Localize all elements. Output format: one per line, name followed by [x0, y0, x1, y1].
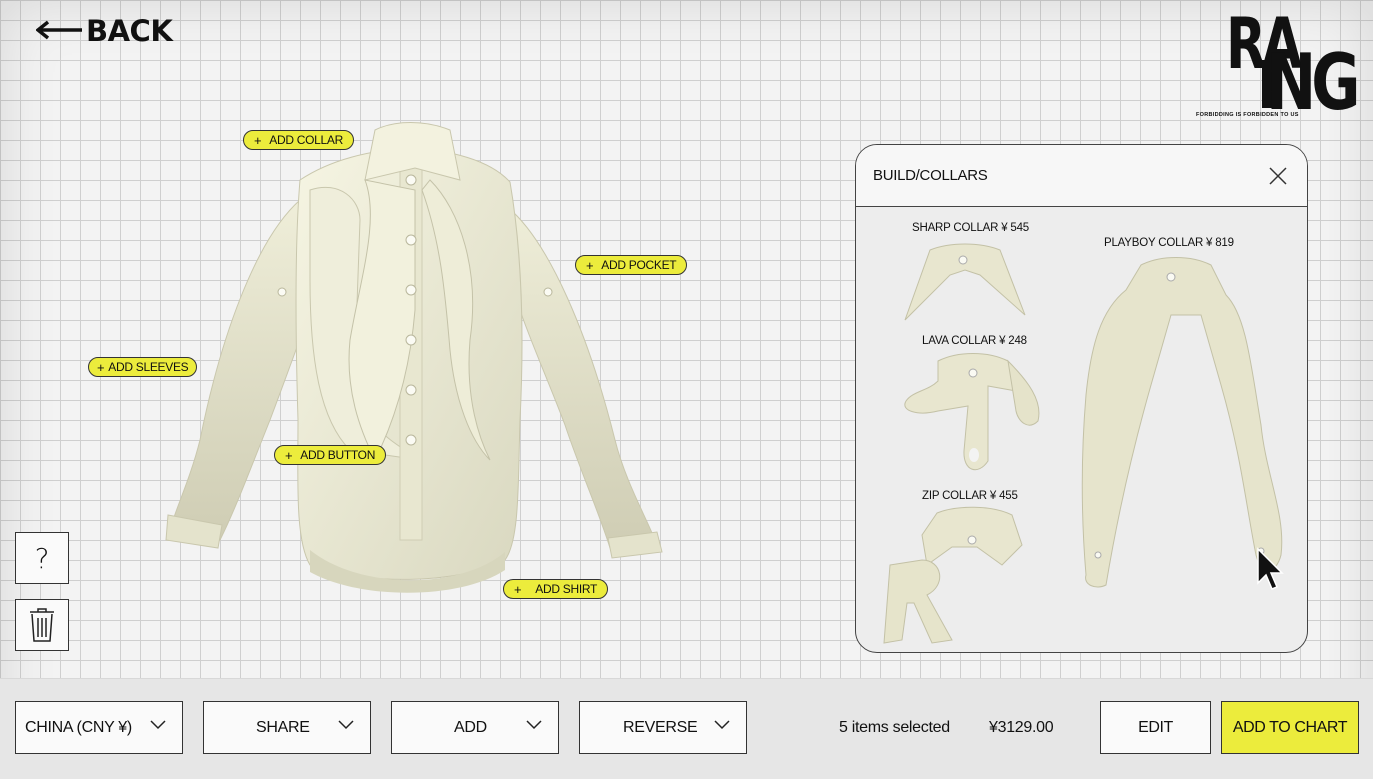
chevron-down-icon [338, 720, 354, 730]
plus-icon: + [514, 581, 522, 597]
plus-icon: + [97, 359, 105, 375]
add-label: ADD [454, 718, 487, 736]
total-price: ¥3129.00 [989, 719, 1054, 736]
arrow-left-icon [35, 16, 82, 46]
playboy-collar-label: PLAYBOY COLLAR ¥ 819 [1104, 237, 1234, 249]
build-collars-panel: BUILD/COLLARS SHARP COLLAR ¥ 545 LAVA CO… [855, 144, 1308, 653]
panel-title: BUILD/COLLARS [873, 167, 988, 184]
zip-collar-option[interactable] [882, 505, 1052, 645]
plus-icon: + [586, 257, 594, 273]
share-label: SHARE [256, 718, 310, 736]
add-shirt-button[interactable]: + ADD SHIRT [503, 579, 609, 599]
region-value: CHINA (CNY ¥) [25, 718, 132, 736]
logo-line2: NG [1266, 37, 1360, 129]
add-collar-button[interactable]: + ADD COLLAR [243, 130, 354, 150]
add-button-button[interactable]: + ADD BUTTON [274, 445, 387, 465]
zip-collar-label: ZIP COLLAR ¥ 455 [922, 490, 1018, 502]
delete-button[interactable] [15, 599, 69, 651]
chevron-down-icon [526, 720, 542, 730]
add-button-label: ADD BUTTON [300, 448, 376, 462]
cursor-icon [1257, 547, 1284, 590]
add-pocket-label: ADD POCKET [601, 258, 677, 272]
add-shirt-label: ADD SHIRT [535, 582, 598, 596]
sharp-collar-label: SHARP COLLAR ¥ 545 [912, 222, 1029, 234]
plus-icon: + [285, 447, 293, 463]
help-button[interactable]: ? [15, 532, 69, 584]
add-sleeves-label: ADD SLEEVES [108, 360, 189, 374]
chevron-down-icon [150, 720, 166, 730]
add-collar-label: ADD COLLAR [269, 133, 343, 147]
selection-count: 5 items selected [839, 719, 950, 736]
region-select[interactable]: CHINA (CNY ¥) [15, 701, 183, 754]
trash-icon [30, 608, 54, 642]
back-label: BACK [86, 14, 173, 48]
reverse-label: REVERSE [623, 718, 698, 736]
add-sleeves-button[interactable]: + ADD SLEEVES [88, 357, 198, 377]
edit-button[interactable]: EDIT [1100, 701, 1211, 754]
add-pocket-button[interactable]: + ADD POCKET [575, 255, 688, 275]
sharp-collar-option[interactable] [900, 240, 1030, 322]
close-icon[interactable] [1267, 165, 1289, 187]
chevron-down-icon [714, 720, 730, 730]
panel-header: BUILD/COLLARS [856, 145, 1307, 207]
lava-collar-option[interactable] [898, 351, 1048, 476]
lava-collar-label: LAVA COLLAR ¥ 248 [922, 335, 1027, 347]
add-to-cart-button[interactable]: ADD TO CHART [1221, 701, 1359, 754]
logo-tagline: FORBIDDING IS FORBIDDEN TO US [1196, 112, 1299, 118]
question-icon: ? [34, 541, 50, 575]
plus-icon: + [254, 132, 262, 148]
playboy-collar-option[interactable] [1071, 255, 1291, 595]
add-dropdown[interactable]: ADD [391, 701, 559, 754]
reverse-dropdown[interactable]: REVERSE [579, 701, 747, 754]
shirt-preview[interactable] [160, 120, 680, 600]
share-dropdown[interactable]: SHARE [203, 701, 371, 754]
brand-logo: RA NG FORBIDDING IS FORBIDDEN TO US [1196, 10, 1360, 129]
back-button[interactable]: BACK [35, 14, 173, 48]
